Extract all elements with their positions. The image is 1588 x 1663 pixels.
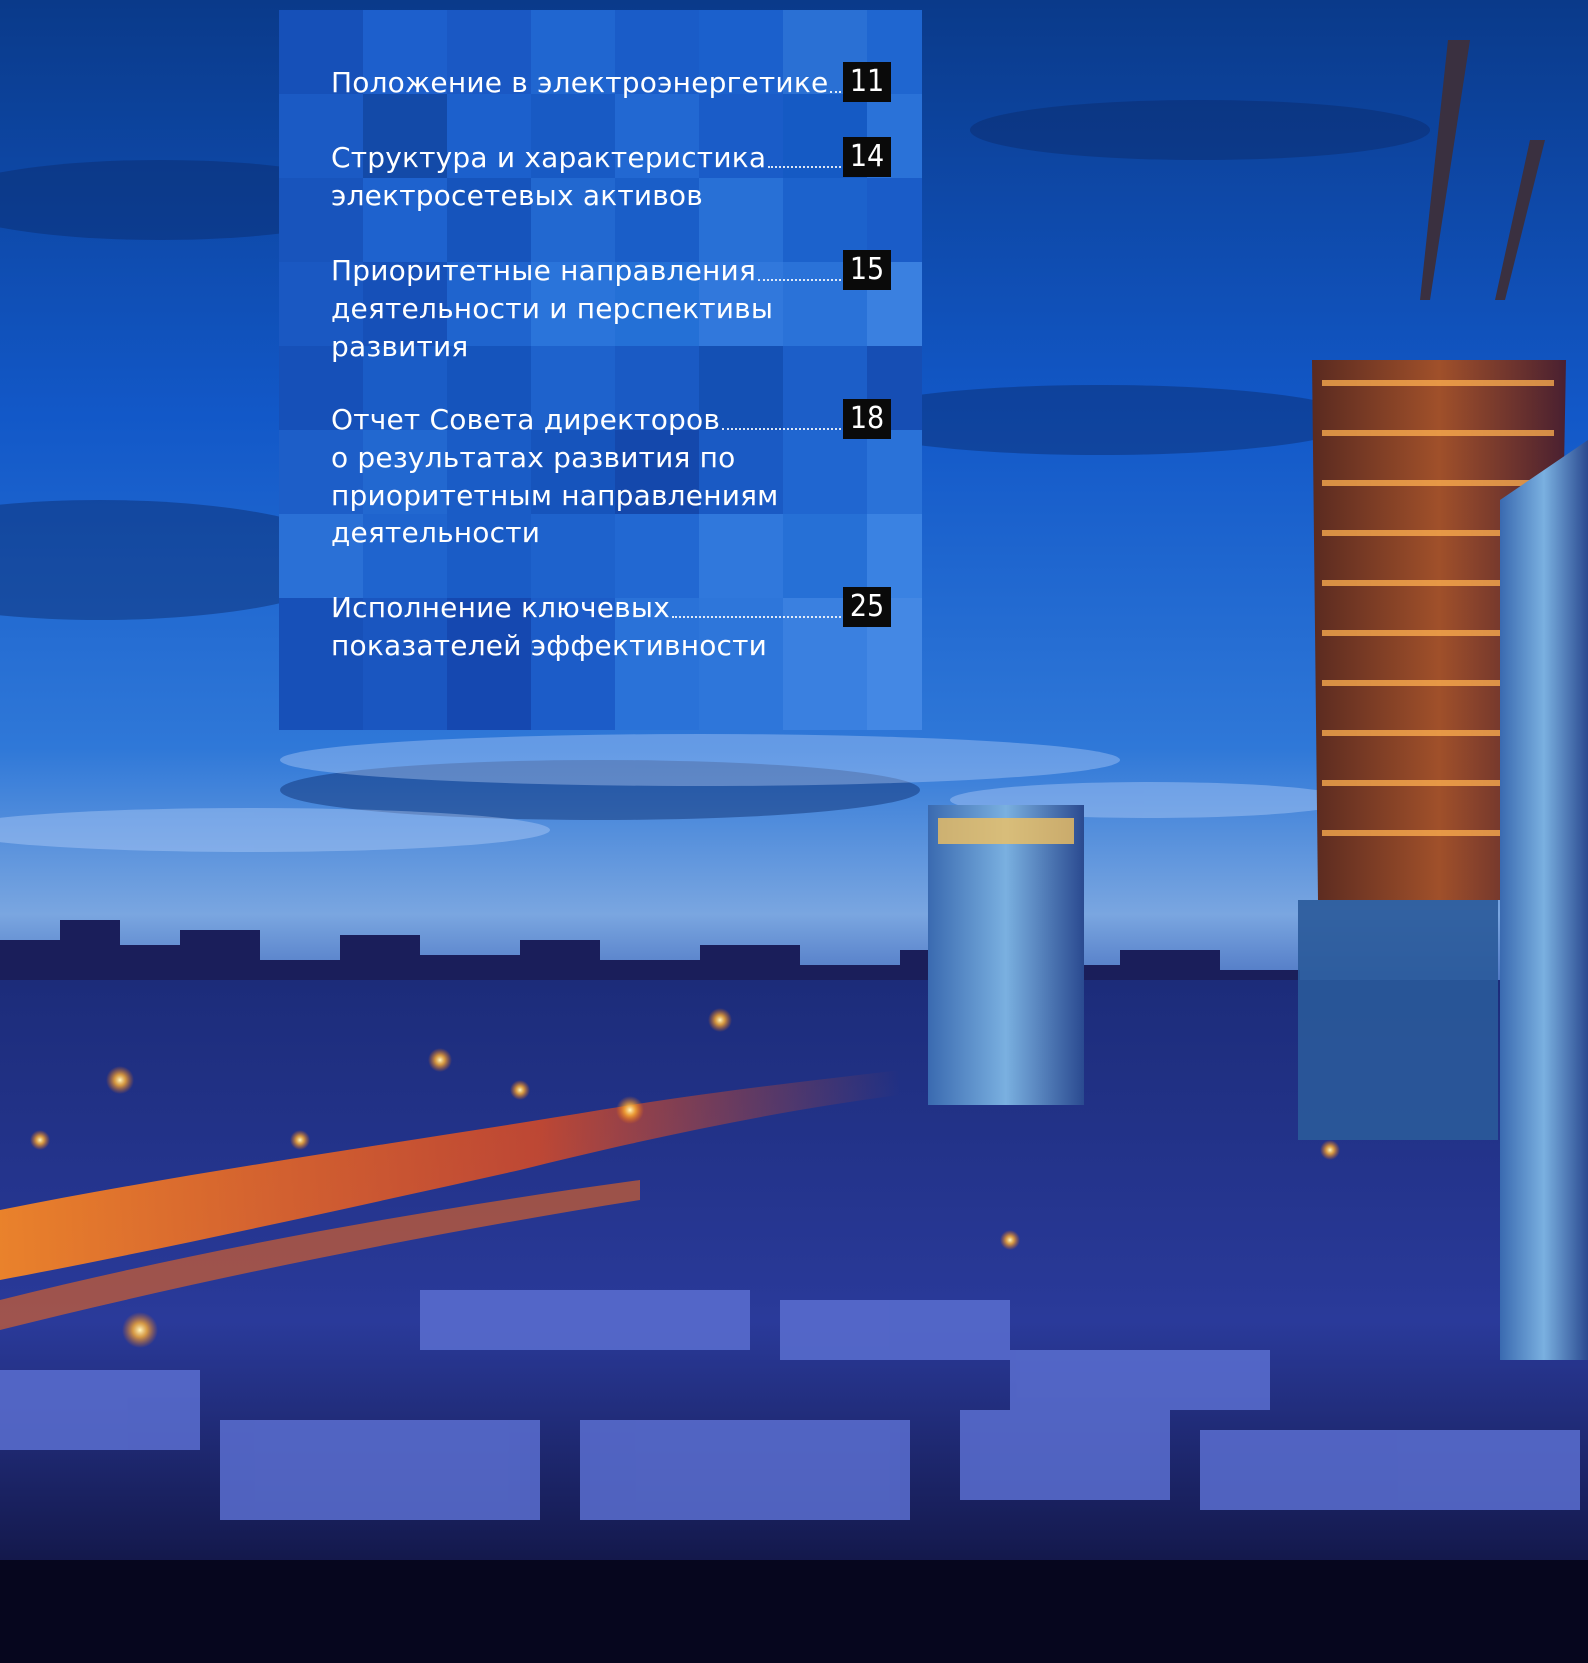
toc-item-title-continuation: деятельности и перспективы xyxy=(331,292,774,325)
toc-item[interactable]: Структура и характеристика 14 электросет… xyxy=(331,137,891,215)
toc-page-number: 11 xyxy=(843,62,891,102)
toc-item-title-continuation: показателей эффективности xyxy=(331,629,768,662)
toc-entry-row: Исполнение ключевых 25 xyxy=(331,587,891,627)
toc-item[interactable]: Положение в электроэнергетике 11 xyxy=(331,62,891,102)
toc-page-number: 18 xyxy=(843,399,891,439)
toc-item-title-continuation: о результатах развития по xyxy=(331,441,736,474)
toc-item-title-continuation: развития xyxy=(331,329,469,363)
toc-item[interactable]: Исполнение ключевых 25 показателей эффек… xyxy=(331,587,891,665)
toc-item-title: Положение в электроэнергетике xyxy=(331,66,829,99)
toc-page-number: 15 xyxy=(843,250,891,290)
toc-entry-row: Отчет Совета директоров 18 xyxy=(331,399,891,439)
table-of-contents-panel: Положение в электроэнергетике 11 Структу… xyxy=(279,10,922,730)
toc-item-title: Приоритетные направления xyxy=(331,254,756,287)
toc-item-title: Исполнение ключевых xyxy=(331,591,670,624)
toc-item[interactable]: Приоритетные направления 15 деятельности… xyxy=(331,250,891,365)
dot-leader xyxy=(722,428,841,430)
toc-item-title-continuation: приоритетным направлениям xyxy=(331,478,779,512)
toc-entry-row: Положение в электроэнергетике 11 xyxy=(331,62,891,102)
dot-leader xyxy=(671,616,841,618)
toc-page-number: 25 xyxy=(843,587,891,627)
toc-item-title: Структура и характеристика xyxy=(331,141,767,174)
toc-item-title-continuation: электросетевых активов xyxy=(331,179,703,212)
dot-leader xyxy=(830,91,841,93)
toc-page-number: 14 xyxy=(843,137,891,177)
dot-leader xyxy=(758,279,841,281)
toc-item-title-continuation: деятельности xyxy=(331,516,541,549)
toc-item[interactable]: Отчет Совета директоров 18 о результатах… xyxy=(331,399,891,552)
dot-leader xyxy=(768,166,841,168)
toc-item-title: Отчет Совета директоров xyxy=(331,403,721,436)
toc-list: Положение в электроэнергетике 11 Структу… xyxy=(279,10,922,730)
toc-entry-row: Структура и характеристика 14 xyxy=(331,137,891,177)
toc-entry-row: Приоритетные направления 15 xyxy=(331,250,891,290)
